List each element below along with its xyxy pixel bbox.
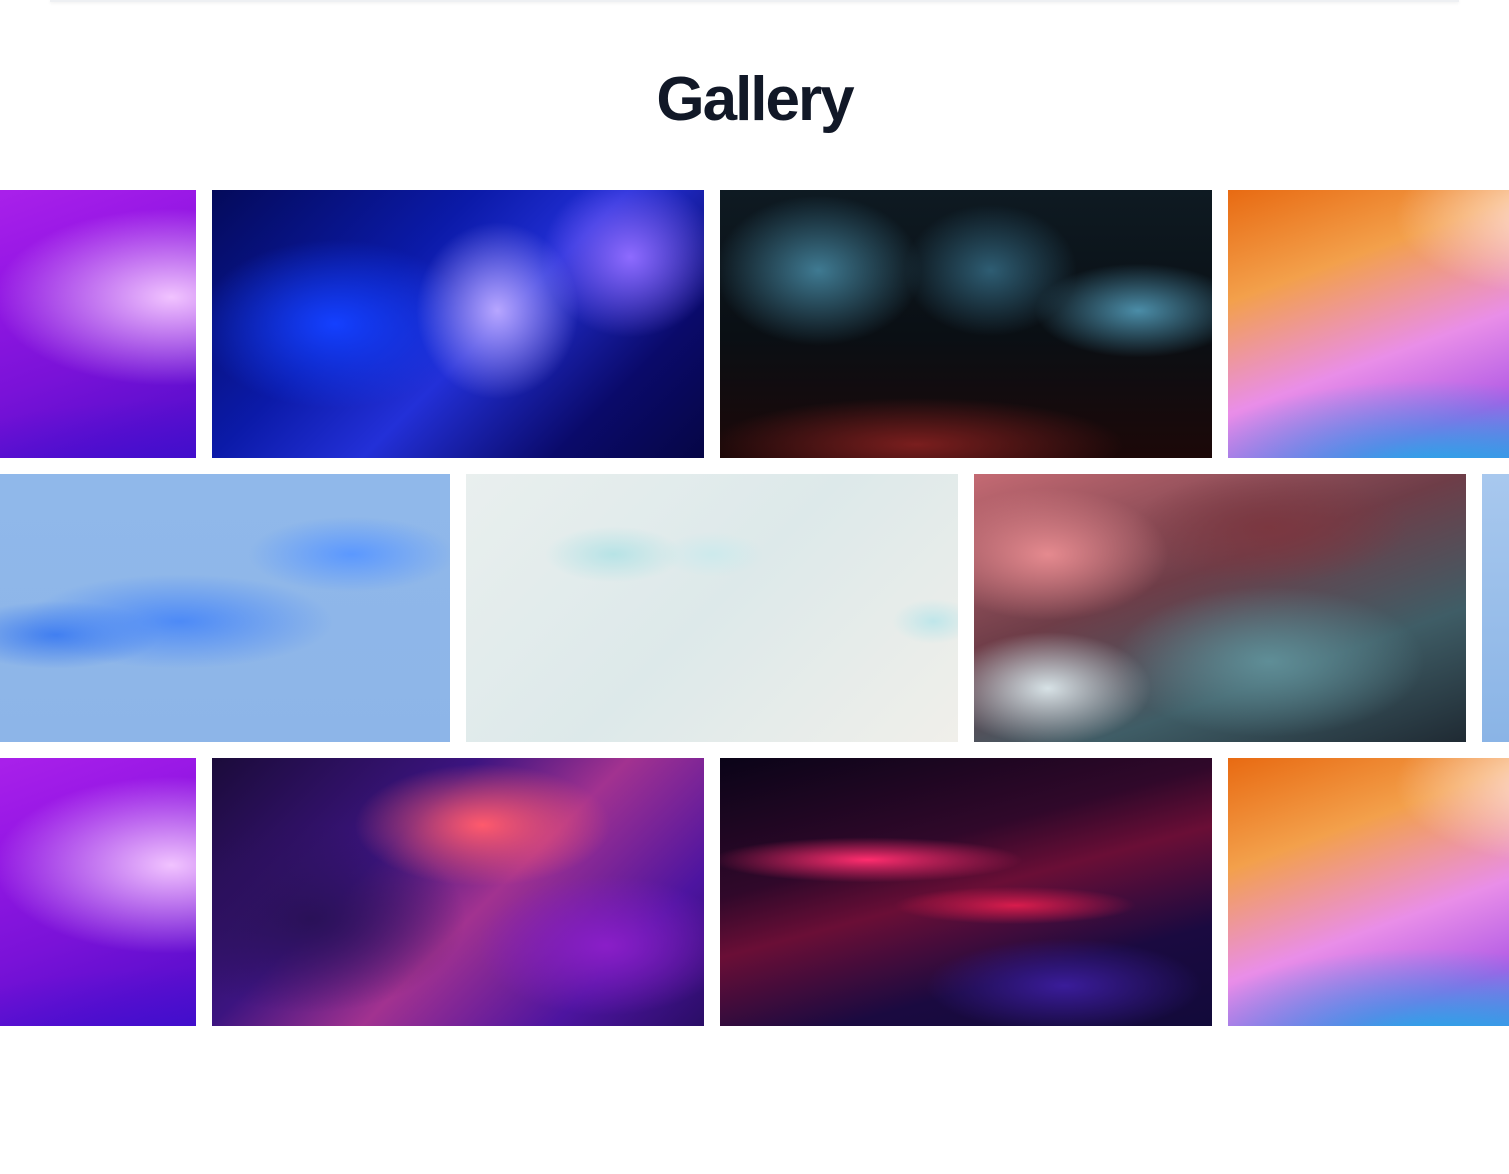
gallery-image-blue-fluid-waves[interactable] — [212, 190, 704, 458]
gallery-image-purple-pink-dust[interactable] — [212, 758, 704, 1026]
gallery-image-milky-teal-swirl[interactable] — [466, 474, 958, 742]
gallery-row-2 — [0, 474, 1509, 742]
header-divider — [50, 0, 1459, 2]
gallery-row-1 — [0, 190, 1509, 458]
gallery-image-dark-ink-marbling[interactable] — [720, 190, 1212, 458]
gallery-image-violet-gradient-waves[interactable] — [0, 758, 196, 1026]
gallery-row-3 — [0, 758, 1509, 1026]
gallery-image-macos-gradient-waves[interactable] — [1228, 758, 1509, 1026]
gallery-image-macos-gradient-waves[interactable] — [1228, 190, 1509, 458]
gallery-image-blue-ribbon-3d[interactable] — [0, 474, 450, 742]
page-title: Gallery — [656, 65, 854, 134]
gallery-image-red-blue-streak[interactable] — [720, 758, 1212, 1026]
gallery-image-light-blue-partial[interactable] — [1482, 474, 1509, 742]
gallery-image-violet-gradient-waves[interactable] — [0, 190, 196, 458]
gallery-image-pink-teal-smoke[interactable] — [974, 474, 1466, 742]
